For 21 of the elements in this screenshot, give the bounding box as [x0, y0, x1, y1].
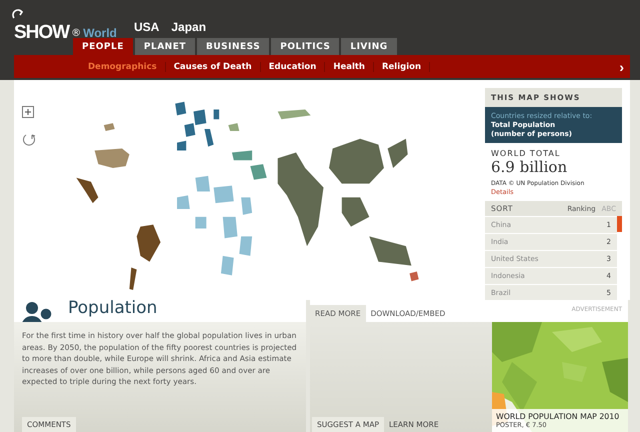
category-tab[interactable]: LIVING [341, 38, 397, 55]
edition-link[interactable]: Japan [171, 20, 206, 38]
reset-icon[interactable] [22, 132, 36, 146]
subnav-link[interactable]: Religion [374, 62, 430, 72]
section-name: World [83, 26, 117, 40]
subnav-link[interactable]: Education [260, 62, 326, 72]
topic-title: Population [68, 298, 158, 318]
category-tab[interactable]: PEOPLE [73, 38, 133, 55]
edition-link[interactable]: USA [134, 20, 160, 38]
zoom-in-icon[interactable] [22, 106, 34, 118]
category-tab[interactable]: PLANET [134, 38, 195, 55]
total-value: 6.9 billion [490, 158, 568, 176]
site-logo[interactable]: SHOW [14, 22, 70, 44]
subnav-link[interactable]: Health [325, 62, 374, 72]
logo-arrow-icon [12, 8, 24, 20]
next-arrow[interactable]: › [619, 58, 624, 74]
category-tab[interactable]: BUSINESS [197, 38, 270, 55]
registered-mark: ® [71, 28, 82, 38]
total-label: WORLD TOTAL [490, 148, 562, 158]
subnav-link[interactable]: Causes of Death [166, 62, 261, 72]
category-tab[interactable]: POLITICS [271, 38, 340, 55]
